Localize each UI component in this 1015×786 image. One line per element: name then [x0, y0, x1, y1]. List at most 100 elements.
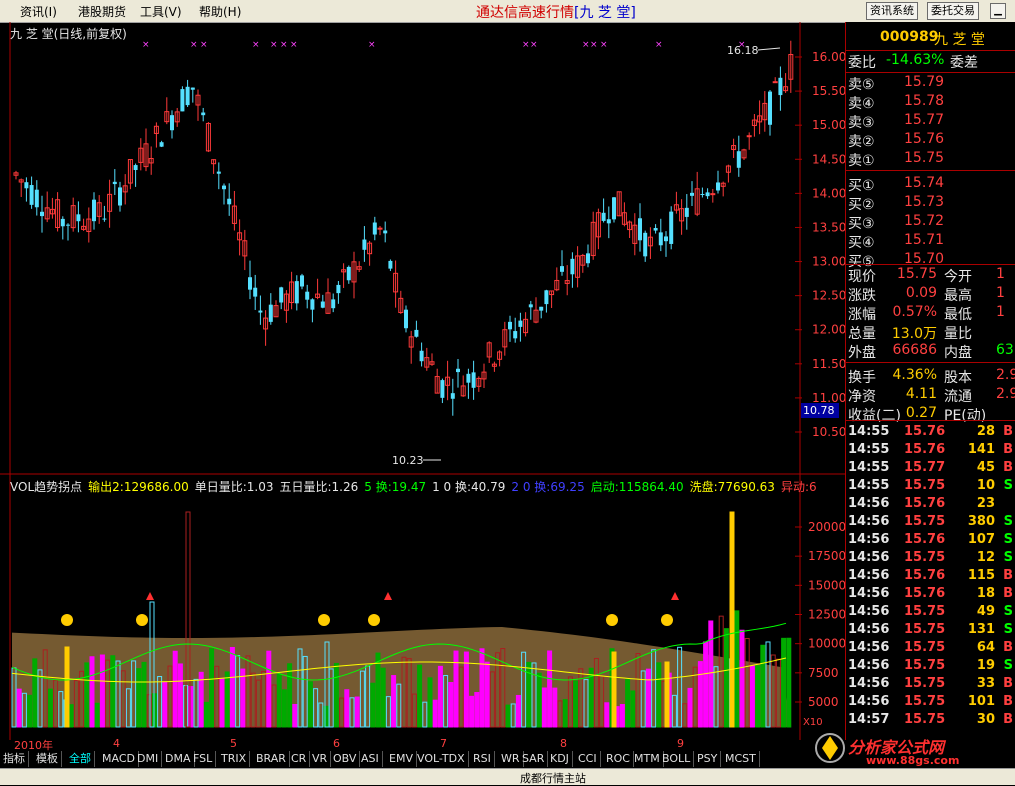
volume-bar [99, 654, 105, 728]
quote-stat-row: 换手 4.36% 股本 2.9 [846, 367, 1015, 386]
indicator-tab[interactable]: OBV [330, 751, 361, 767]
candle-body [170, 115, 174, 131]
tick-row: 14:56 15.75 380 S [846, 514, 1015, 532]
tick-row: 14:56 15.75 49 S [846, 604, 1015, 622]
stat-value: 2.9 [996, 367, 1015, 383]
menu-tools[interactable]: 工具(V) [140, 3, 182, 20]
indicator-tab[interactable]: ASI [358, 751, 383, 767]
indicator-tab[interactable]: PSY [694, 751, 722, 767]
candle-body [383, 230, 388, 234]
tick-direction: B [1003, 442, 1013, 457]
tick-price: 15.75 [904, 712, 946, 727]
vol-header-item: VOL趋势拐点 [10, 480, 83, 494]
indicator-tab[interactable]: BOLL [659, 751, 695, 767]
indicator-tab[interactable]: VOL-TDX [414, 751, 469, 767]
stat-label: 量比 [944, 326, 972, 342]
indicator-tab[interactable]: ROC [603, 751, 634, 767]
volume-bar [703, 641, 709, 728]
candle-body [560, 266, 564, 272]
candle-body [513, 331, 518, 339]
logo: 分析家公式网 www.88gs.com [812, 728, 1015, 768]
candle-body [92, 199, 96, 222]
candle-body [570, 258, 575, 275]
stat-value: 0.09 [905, 285, 937, 301]
indicator-tab[interactable]: RSI [470, 751, 495, 767]
tick-direction: B [1003, 712, 1013, 727]
indicator-tab[interactable]: 指标 [0, 751, 29, 767]
divider [846, 362, 1015, 363]
indicator-tab[interactable]: FSL [190, 751, 217, 767]
tick-time: 14:55 [848, 460, 890, 475]
candle-body [746, 135, 752, 138]
menu-hk-futures[interactable]: 港股期货 [78, 3, 126, 20]
indicator-tab[interactable]: KDJ [547, 751, 573, 767]
tick-direction: S [1003, 550, 1013, 565]
candle-body [601, 212, 606, 221]
info-system-button[interactable]: 资讯系统 [866, 2, 918, 20]
candle-body [466, 373, 471, 383]
candle-body [201, 112, 206, 116]
indicator-tab[interactable]: CCI [575, 751, 601, 767]
indicator-tab[interactable]: MCST [722, 751, 760, 767]
kline-chart-svg[interactable]: 16.00 15.50 15.00 14.50 14.00 13.50 13.00 12.50… [0, 22, 845, 740]
order-trade-button[interactable]: 委托交易 [927, 2, 979, 20]
candle-body [76, 214, 81, 222]
menu-help[interactable]: 帮助(H) [199, 3, 241, 20]
candle-body [518, 320, 523, 327]
order-level-label: 买④ [848, 235, 875, 251]
indicator-tab[interactable]: EMV [386, 751, 417, 767]
tick-price: 15.75 [904, 658, 946, 673]
tick-row: 14:56 15.75 12 S [846, 550, 1015, 568]
order-level-label: 卖⑤ [848, 77, 875, 93]
volume-bar [198, 671, 204, 728]
indicator-tab[interactable]: 模板 [33, 751, 62, 767]
tick-time: 14:55 [848, 442, 890, 457]
volume-bar [219, 678, 225, 728]
stat-label: 收益(二) [848, 408, 901, 424]
tick-volume: 64 [976, 640, 995, 655]
candle-body [705, 192, 710, 197]
vol-tick-label: 20000 [808, 520, 845, 534]
indicator-tab[interactable]: SAR [519, 751, 549, 767]
tick-direction: S [1003, 658, 1013, 673]
candle-body [372, 222, 377, 235]
volume-bar [110, 655, 116, 728]
tick-time: 14:56 [848, 514, 890, 529]
minimize-icon[interactable]: ▁ [990, 3, 1006, 19]
stat-value: 4.36% [892, 367, 937, 383]
volume-bar [656, 662, 662, 728]
order-level-price: 15.73 [904, 194, 945, 210]
signal-up-arrow-icon [671, 592, 679, 600]
signal-up-arrow-icon [146, 592, 154, 600]
stock-code-row: 000989 九 芝 堂 [846, 26, 1015, 48]
divider [846, 420, 1015, 421]
candle-body [716, 182, 720, 191]
volume-bar [755, 665, 761, 728]
divider [846, 170, 1015, 171]
order-book-row: 卖④ 15.78 [846, 93, 1015, 112]
indicator-tab[interactable]: TRIX [218, 751, 251, 767]
candle-body [248, 277, 252, 290]
quote-stat-row: 涨幅 0.57% 最低 1 [846, 304, 1015, 323]
indicator-tab[interactable]: VR [309, 751, 332, 767]
candle-body [60, 218, 65, 227]
candle-body [279, 287, 284, 303]
stat-value: 15.75 [896, 266, 937, 282]
signal-marker: × [190, 40, 198, 50]
indicator-tab[interactable]: CR [288, 751, 311, 767]
volume-bar [708, 620, 714, 728]
kline-chart-area[interactable]: 16.00 15.50 15.00 14.50 14.00 13.50 13.00 12.50… [0, 22, 846, 740]
indicator-tab[interactable]: MACD [99, 751, 139, 767]
indicator-tab[interactable]: BRAR [253, 751, 290, 767]
menu-info[interactable]: 资讯(I) [20, 3, 57, 20]
tick-row: 14:55 15.76 141 B [846, 442, 1015, 460]
vol-tick-label: 12500 [808, 608, 845, 622]
indicator-tab[interactable]: DMI [134, 751, 163, 767]
volume-bar [380, 667, 386, 728]
order-book-row: 卖① 15.75 [846, 150, 1015, 169]
weibi-value: -14.63% [886, 52, 945, 68]
volume-bar [645, 668, 651, 728]
stat-label: 流通 [944, 389, 972, 405]
tick-volume: 107 [967, 532, 995, 547]
indicator-tab[interactable]: 全部 [66, 751, 95, 767]
